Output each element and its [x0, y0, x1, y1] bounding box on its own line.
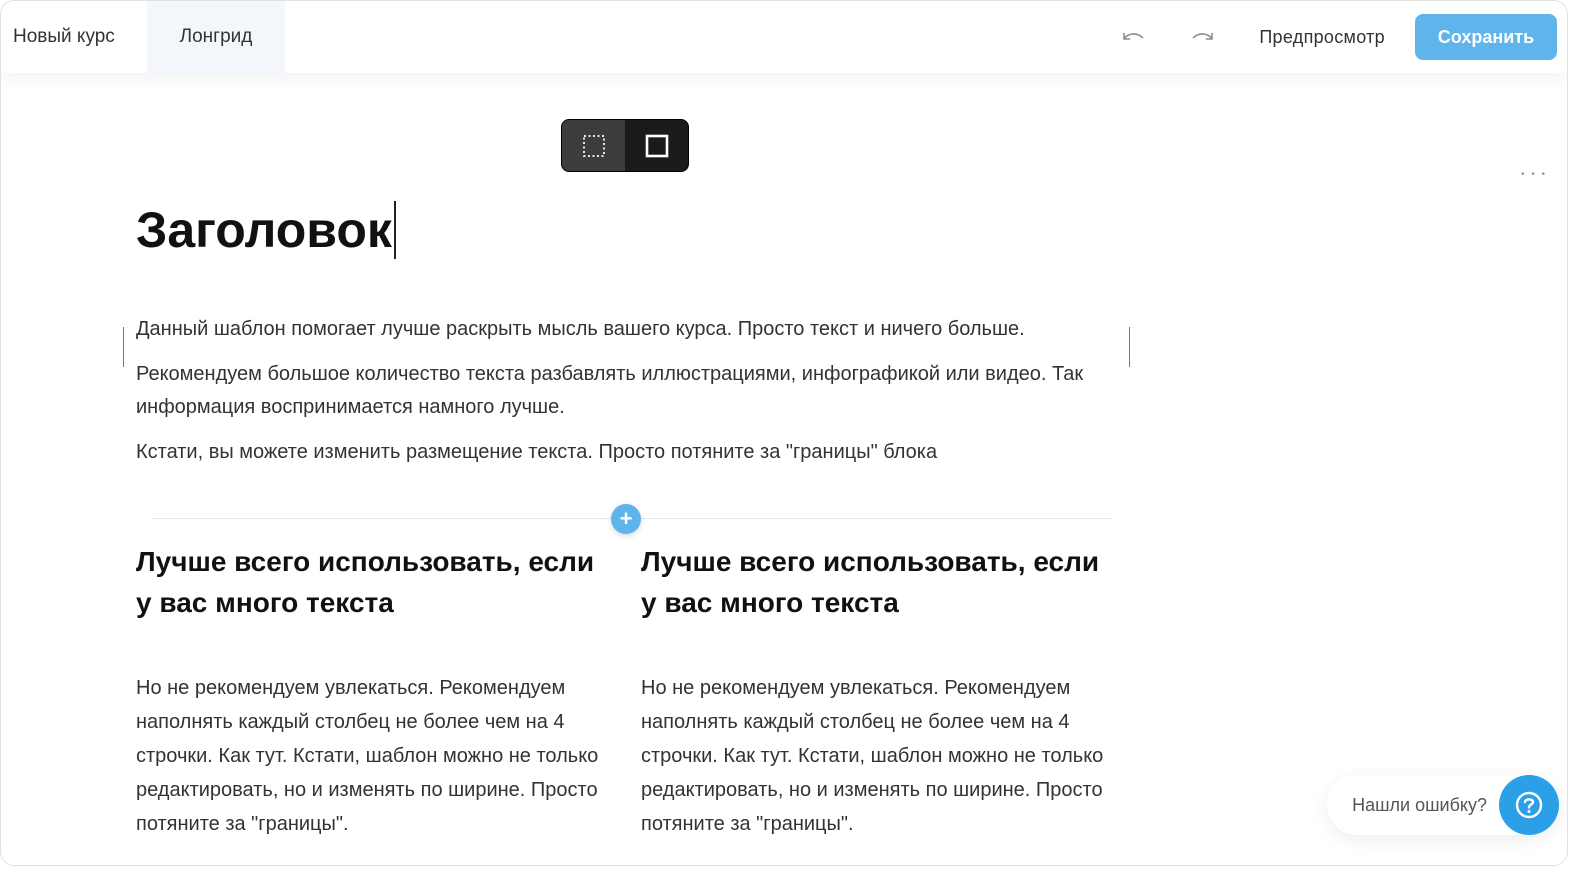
width-toggle-dotted[interactable] [562, 120, 625, 171]
width-toggle-solid[interactable] [625, 120, 688, 171]
title-text: Заголовок [136, 202, 392, 258]
column-body: Но не рекомендуем увлекаться. Рекомендуе… [641, 677, 1104, 835]
tab-longread[interactable]: Лонгрид [147, 1, 285, 73]
question-icon [1515, 791, 1543, 819]
text-caret [393, 201, 396, 259]
save-button[interactable]: Сохранить [1415, 14, 1557, 60]
redo-icon [1192, 33, 1214, 40]
column-body: Но не рекомендуем увлекаться. Рекомендуе… [136, 677, 599, 835]
paragraph: Данный шаблон помогает лучше раскрыть мы… [136, 318, 1025, 340]
text-column-right[interactable]: Лучше всего использовать, если у вас мно… [641, 541, 1111, 841]
paragraph: Рекомендуем большое количество текста ра… [136, 363, 1084, 418]
paragraph: Кстати, вы можете изменить размещение те… [136, 441, 938, 463]
top-bar: Новый курс Лонгрид Предпросмотр Сохранит… [1, 1, 1567, 73]
help-label: Нашли ошибку? [1352, 794, 1487, 815]
tab-new-course[interactable]: Новый курс [1, 1, 147, 73]
editor-window: Новый курс Лонгрид Предпросмотр Сохранит… [0, 0, 1568, 866]
help-widget[interactable]: Нашли ошибку? [1327, 775, 1559, 835]
help-button[interactable] [1499, 775, 1559, 835]
more-dots-icon[interactable]: • • • [1521, 169, 1547, 180]
redo-button[interactable] [1183, 17, 1223, 57]
column-heading: Лучше всего использовать, если у вас мно… [136, 546, 595, 618]
undo-button[interactable] [1113, 17, 1153, 57]
plus-icon: + [619, 506, 633, 531]
text-column-left[interactable]: Лучше всего использовать, если у вас мно… [136, 541, 606, 841]
dotted-frame-icon [582, 134, 605, 157]
add-block-button[interactable]: + [611, 504, 641, 534]
solid-frame-icon [645, 134, 668, 157]
block-width-toggle [561, 119, 689, 172]
undo-icon [1123, 33, 1144, 40]
block-resize-handle-right[interactable] [1129, 327, 1130, 367]
preview-link[interactable]: Предпросмотр [1259, 27, 1385, 48]
page-title[interactable]: Заголовок [136, 201, 396, 259]
block-resize-handle-left[interactable] [123, 327, 124, 367]
column-heading: Лучше всего использовать, если у вас мно… [641, 546, 1100, 618]
text-block[interactable]: Данный шаблон помогает лучше раскрыть мы… [136, 313, 1116, 481]
